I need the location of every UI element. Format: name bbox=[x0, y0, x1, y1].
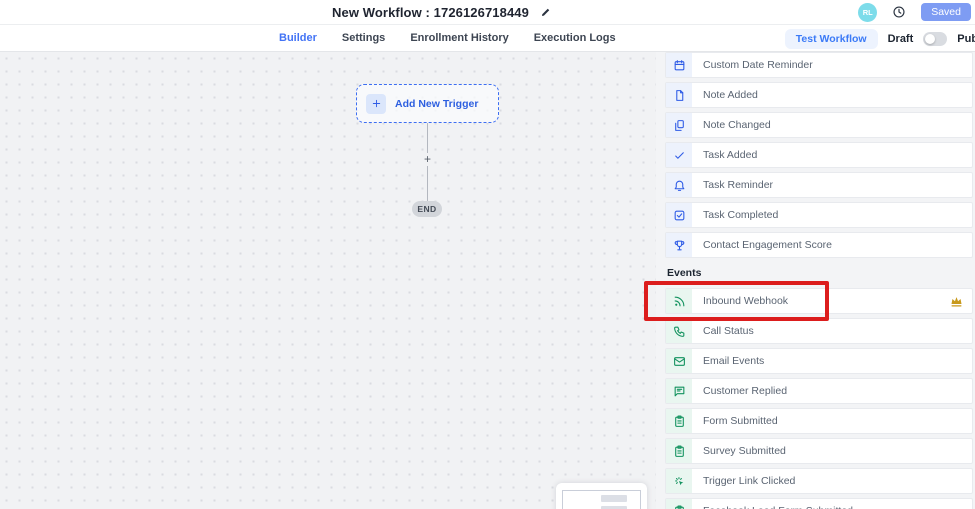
tabbar-right-controls: Test Workflow Draft Publish bbox=[785, 25, 975, 52]
tab-bar: Builder Settings Enrollment History Executi… bbox=[0, 24, 975, 52]
user-avatar[interactable]: RL bbox=[858, 3, 877, 22]
draft-label: Draft bbox=[888, 33, 914, 45]
trophy-icon bbox=[666, 233, 692, 257]
toggle-knob bbox=[925, 34, 935, 44]
sidebar-item-label: Trigger Link Clicked bbox=[692, 469, 795, 493]
sidebar-item-label: Task Completed bbox=[692, 203, 778, 227]
sidebar-item-note-added[interactable]: Note Added bbox=[665, 82, 973, 108]
sidebar-item-label: Form Submitted bbox=[692, 409, 778, 433]
note-icon bbox=[666, 83, 692, 107]
sidebar-item-label: Note Changed bbox=[692, 113, 771, 137]
sidebar-item-survey-submitted[interactable]: Survey Submitted bbox=[665, 438, 973, 464]
header-right-controls: RL Saved bbox=[858, 0, 971, 24]
plus-icon bbox=[366, 94, 386, 114]
top-header: New Workflow : 1726126718449 RL Saved bbox=[0, 0, 975, 24]
sidebar-item-task-reminder[interactable]: Task Reminder bbox=[665, 172, 973, 198]
sidebar-item-label: Task Added bbox=[692, 143, 757, 167]
sidebar-item-label: Contact Engagement Score bbox=[692, 233, 832, 257]
mail-icon bbox=[666, 349, 692, 373]
add-new-trigger-button[interactable]: Add New Trigger bbox=[356, 84, 499, 123]
cursor-click-icon bbox=[666, 469, 692, 493]
partial-popup-card bbox=[556, 483, 647, 509]
workflow-title: New Workflow : 1726126718449 bbox=[332, 5, 529, 20]
tab-enrollment-history[interactable]: Enrollment History bbox=[409, 25, 509, 52]
tab-settings[interactable]: Settings bbox=[341, 25, 386, 52]
publish-toggle[interactable] bbox=[923, 32, 947, 46]
sidebar-item-label: Custom Date Reminder bbox=[692, 53, 813, 77]
premium-crown-icon bbox=[949, 294, 964, 309]
popup-inner-frame bbox=[562, 490, 641, 509]
sidebar-item-label: Customer Replied bbox=[692, 379, 787, 403]
sidebar-item-task-added[interactable]: Task Added bbox=[665, 142, 973, 168]
tab-builder[interactable]: Builder bbox=[278, 25, 318, 52]
phone-icon bbox=[666, 319, 692, 343]
sidebar-item-label: Task Reminder bbox=[692, 173, 773, 197]
sidebar-item-task-completed[interactable]: Task Completed bbox=[665, 202, 973, 228]
sidebar-item-contact-engagement-score[interactable]: Contact Engagement Score bbox=[665, 232, 973, 258]
end-node: END bbox=[412, 201, 442, 217]
main-area: Add New Trigger + END Custom Date Remind… bbox=[0, 52, 975, 509]
sidebar-item-label: Inbound Webhook bbox=[692, 289, 788, 313]
add-trigger-label: Add New Trigger bbox=[395, 98, 478, 110]
clipboard-icon bbox=[666, 409, 692, 433]
section-header-events: Events bbox=[665, 264, 973, 282]
version-history-clock-icon[interactable] bbox=[892, 5, 906, 19]
check-icon bbox=[666, 143, 692, 167]
edit-title-pencil-icon[interactable] bbox=[540, 6, 552, 18]
sidebar-item-call-status[interactable]: Call Status bbox=[665, 318, 973, 344]
sidebar-item-note-changed[interactable]: Note Changed bbox=[665, 112, 973, 138]
sidebar-item-custom-date-reminder[interactable]: Custom Date Reminder bbox=[665, 52, 973, 78]
clipboard-icon bbox=[666, 439, 692, 463]
sidebar-item-facebook-lead-form-submitted[interactable]: Facebook Lead Form Submitted bbox=[665, 498, 973, 509]
workflow-canvas[interactable]: Add New Trigger + END bbox=[0, 52, 656, 509]
workflow-builder-app: New Workflow : 1726126718449 RL Saved Bu… bbox=[0, 0, 975, 509]
saved-button[interactable]: Saved bbox=[921, 3, 971, 21]
sidebar-item-inbound-webhook[interactable]: Inbound Webhook bbox=[665, 288, 973, 314]
sidebar-item-label: Facebook Lead Form Submitted bbox=[692, 499, 853, 509]
chat-icon bbox=[666, 379, 692, 403]
webhook-rss-icon bbox=[666, 289, 692, 313]
tab-execution-logs[interactable]: Execution Logs bbox=[533, 25, 617, 52]
sidebar-item-label: Call Status bbox=[692, 319, 754, 343]
bell-icon bbox=[666, 173, 692, 197]
workflow-tabs: Builder Settings Enrollment History Executi… bbox=[278, 25, 617, 52]
task-check-icon bbox=[666, 203, 692, 227]
calendar-icon bbox=[666, 53, 692, 77]
sidebar-item-label: Survey Submitted bbox=[692, 439, 786, 463]
publish-label: Publish bbox=[957, 33, 975, 45]
add-step-plus-icon[interactable]: + bbox=[421, 153, 434, 166]
test-workflow-button[interactable]: Test Workflow bbox=[785, 29, 878, 49]
workflow-title-wrap: New Workflow : 1726126718449 bbox=[332, 0, 552, 24]
trigger-sidebar: Custom Date Reminder Note Added Note Chang… bbox=[656, 52, 975, 509]
sidebar-item-label: Email Events bbox=[692, 349, 764, 373]
sidebar-item-customer-replied[interactable]: Customer Replied bbox=[665, 378, 973, 404]
note-multi-icon bbox=[666, 113, 692, 137]
clipboard-icon bbox=[666, 499, 692, 509]
sidebar-item-label: Note Added bbox=[692, 83, 758, 107]
placeholder-bar bbox=[601, 495, 627, 502]
sidebar-item-form-submitted[interactable]: Form Submitted bbox=[665, 408, 973, 434]
sidebar-item-email-events[interactable]: Email Events bbox=[665, 348, 973, 374]
sidebar-item-trigger-link-clicked[interactable]: Trigger Link Clicked bbox=[665, 468, 973, 494]
